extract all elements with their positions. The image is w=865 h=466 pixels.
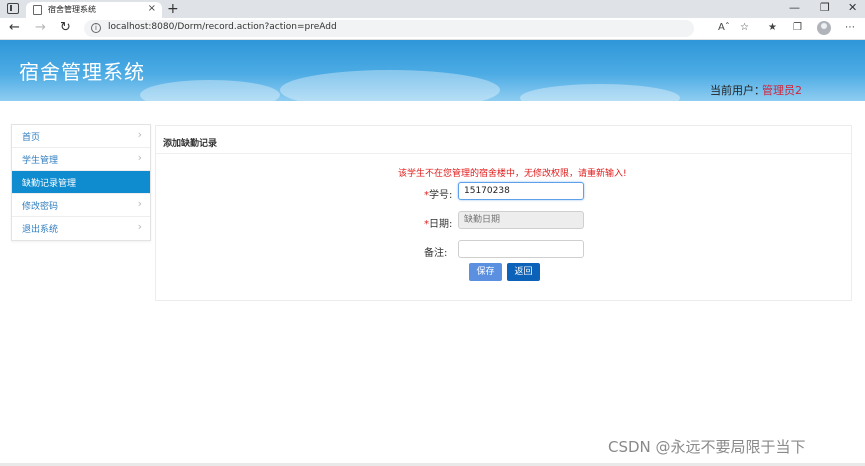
browser-toolbar: ← → ↻ i localhost:8080/Dorm/record.actio…: [0, 18, 865, 40]
note-input[interactable]: [458, 240, 584, 258]
add-absence-panel: 添加缺勤记录 该学生不在您管理的宿舍楼中，无修改权限，请重新输入! *学号: *…: [155, 125, 852, 301]
sidebar-item-absence-records[interactable]: 缺勤记录管理: [12, 171, 150, 194]
collections-icon[interactable]: ❐: [793, 22, 802, 33]
sidebar-item-label: 首页: [22, 133, 41, 143]
save-button[interactable]: 保存: [469, 263, 502, 281]
back-button[interactable]: 返回: [507, 263, 540, 281]
sidebar-item-logout[interactable]: 退出系统 ›: [12, 217, 150, 240]
date-label: *日期:: [424, 215, 452, 230]
refresh-icon[interactable]: ↻: [60, 20, 71, 35]
forward-arrow-icon[interactable]: →: [35, 20, 46, 35]
sidebar-item-label: 修改密码: [22, 202, 59, 212]
tab-actions-icon[interactable]: [7, 3, 19, 14]
sidebar-item-home[interactable]: 首页 ›: [12, 125, 150, 148]
date-input[interactable]: [458, 211, 584, 229]
panel-title: 添加缺勤记录: [163, 139, 218, 149]
sidebar-item-label: 退出系统: [22, 225, 59, 235]
sidebar-item-student-management[interactable]: 学生管理 ›: [12, 148, 150, 171]
current-user-label: 当前用户：: [710, 84, 765, 97]
browser-tab[interactable]: 宿舍管理系统 ×: [26, 2, 162, 18]
maximize-window-icon[interactable]: ❐: [820, 1, 830, 14]
close-tab-icon[interactable]: ×: [148, 3, 156, 14]
note-label: 备注:: [424, 248, 448, 259]
site-title: 宿舍管理系统: [19, 60, 145, 84]
page-favicon-icon: [33, 5, 42, 15]
current-user-name: 管理员2: [762, 84, 802, 97]
more-icon[interactable]: ⋯: [845, 22, 855, 33]
info-icon[interactable]: i: [91, 23, 101, 33]
tab-title: 宿舍管理系统: [48, 5, 96, 14]
close-window-icon[interactable]: ✕: [848, 1, 857, 14]
header-cloud: [140, 80, 280, 101]
browser-tab-bar: 宿舍管理系统 × + — ❐ ✕: [0, 0, 865, 18]
chevron-right-icon: ›: [137, 220, 142, 233]
back-arrow-icon[interactable]: ←: [9, 20, 20, 35]
divider: [156, 153, 851, 154]
read-aloud-icon[interactable]: Aˆ: [718, 22, 730, 33]
url-text[interactable]: localhost:8080/Dorm/record.action?action…: [108, 22, 337, 32]
sidebar-item-label: 缺勤记录管理: [22, 179, 77, 189]
chevron-right-icon: ›: [137, 128, 142, 141]
chevron-right-icon: ›: [137, 151, 142, 164]
header-cloud: [520, 84, 680, 101]
csdn-watermark: CSDN @永远不要局限于当下: [608, 438, 806, 456]
sidebar-item-label: 学生管理: [22, 156, 59, 166]
site-header: 宿舍管理系统 当前用户： 管理员2: [0, 40, 865, 101]
header-cloud: [280, 70, 500, 101]
sidebar-item-change-password[interactable]: 修改密码 ›: [12, 194, 150, 217]
student-id-input[interactable]: [458, 182, 584, 200]
date-label-text: 日期:: [429, 219, 453, 230]
student-id-label: *学号:: [424, 186, 452, 201]
address-bar[interactable]: i localhost:8080/Dorm/record.action?acti…: [84, 20, 694, 37]
new-tab-button[interactable]: +: [167, 0, 179, 18]
favorite-add-icon[interactable]: ☆: [740, 22, 749, 33]
minimize-window-icon[interactable]: —: [789, 1, 800, 14]
chevron-right-icon: ›: [137, 197, 142, 210]
student-id-label-text: 学号:: [429, 190, 453, 201]
sidebar-menu: 首页 › 学生管理 › 缺勤记录管理 修改密码 › 退出系统 ›: [11, 124, 151, 241]
error-message: 该学生不在您管理的宿舍楼中，无修改权限，请重新输入!: [398, 169, 627, 179]
profile-icon[interactable]: [817, 21, 831, 35]
favorites-icon[interactable]: ★: [768, 22, 777, 33]
